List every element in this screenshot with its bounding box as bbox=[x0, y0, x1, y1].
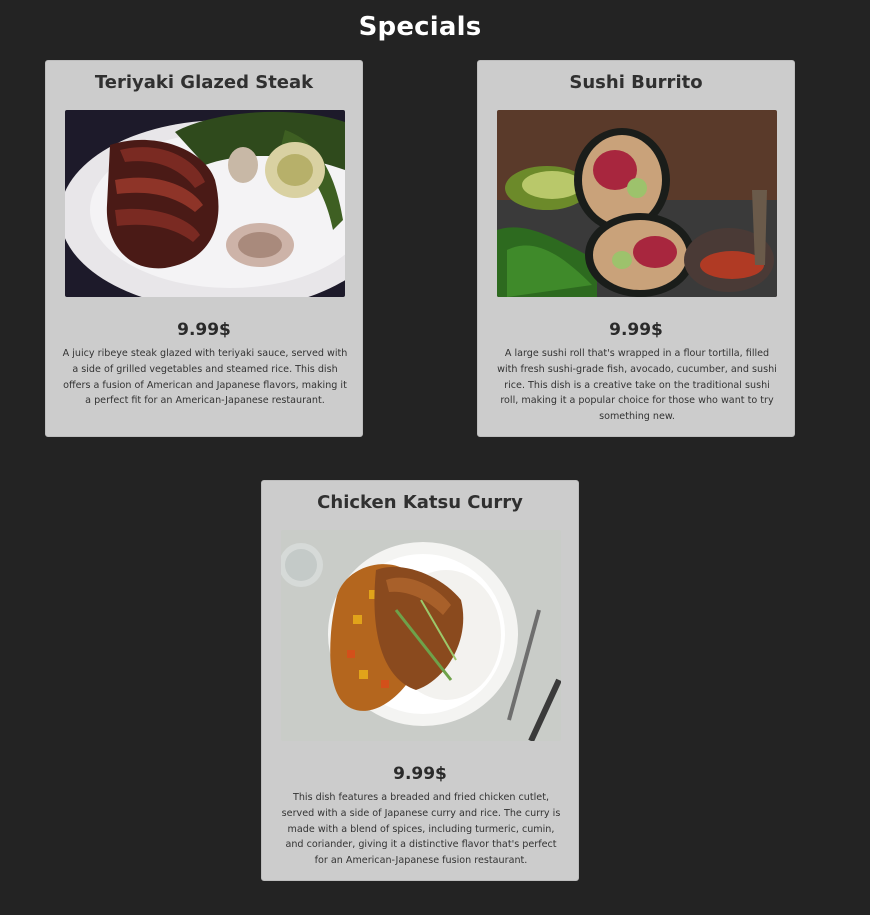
card-price: 9.99$ bbox=[393, 764, 447, 784]
sushi-burrito-photo bbox=[497, 110, 777, 297]
chicken-katsu-curry-photo bbox=[281, 530, 561, 741]
special-card-teriyaki-glazed-steak: Teriyaki Glazed Steak 9.99$ A juicy ribe… bbox=[45, 60, 363, 437]
card-description: A juicy ribeye steak glazed with teriyak… bbox=[62, 348, 348, 407]
card-title: Teriyaki Glazed Steak bbox=[94, 72, 314, 93]
card-price: 9.99$ bbox=[177, 320, 231, 340]
card-description: This dish features a breaded and fried c… bbox=[281, 792, 561, 867]
card-title: Chicken Katsu Curry bbox=[317, 492, 523, 513]
card-description: A large sushi roll that's wrapped in a f… bbox=[497, 348, 777, 423]
page-title: Specials bbox=[358, 12, 482, 42]
special-card-chicken-katsu-curry: Chicken Katsu Curry 9.99$ This dish feat… bbox=[261, 480, 579, 881]
specials-page: Specials Teriyaki Glazed Steak 9.99$ A j… bbox=[0, 0, 870, 915]
teriyaki-steak-photo bbox=[65, 110, 345, 297]
special-card-sushi-burrito: Sushi Burrito 9.99$ A large sushi roll t… bbox=[477, 60, 795, 437]
card-price: 9.99$ bbox=[609, 320, 663, 340]
card-title: Sushi Burrito bbox=[569, 72, 703, 93]
